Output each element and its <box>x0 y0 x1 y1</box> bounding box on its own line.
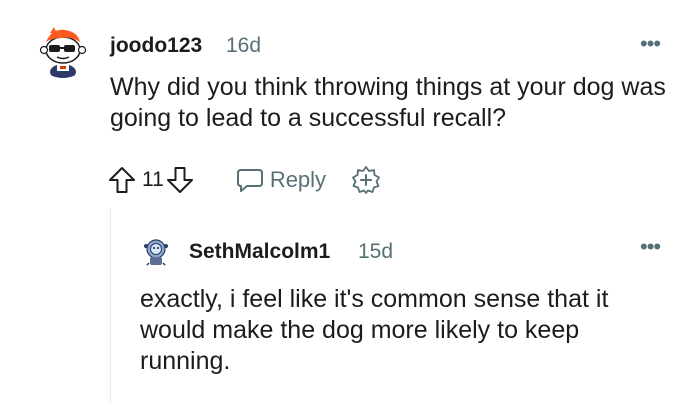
more-options-button[interactable]: ••• <box>640 236 661 258</box>
reply-label: Reply <box>269 167 327 192</box>
comment-author[interactable]: joodo123 <box>110 34 202 58</box>
downvote-button[interactable] <box>166 165 194 195</box>
speech-bubble-icon <box>236 169 263 192</box>
award-button[interactable] <box>350 164 382 196</box>
avatar[interactable] <box>34 20 92 78</box>
downvote-arrow-icon <box>166 167 193 193</box>
avatar[interactable] <box>140 236 172 268</box>
thread-line[interactable] <box>110 208 111 403</box>
comment-timestamp[interactable]: 16d <box>226 34 261 58</box>
award-plus-icon <box>352 166 380 194</box>
comment-body: exactly, i feel like it's common sense t… <box>140 285 609 375</box>
reply-button[interactable]: Reply <box>236 167 326 193</box>
snoo-diver-avatar-icon <box>140 236 172 268</box>
comment-actions: 11 Reply <box>108 160 382 200</box>
vote-count: 11 <box>142 168 164 191</box>
snoo-sunglasses-avatar-icon <box>34 20 92 78</box>
comment-body: Why did you think throwing things at you… <box>110 73 666 132</box>
upvote-button[interactable] <box>108 165 136 195</box>
comment-timestamp[interactable]: 15d <box>358 240 393 264</box>
upvote-arrow-icon <box>109 167 135 193</box>
more-options-button[interactable]: ••• <box>640 33 661 55</box>
comment-author[interactable]: SethMalcolm1 <box>189 240 330 264</box>
